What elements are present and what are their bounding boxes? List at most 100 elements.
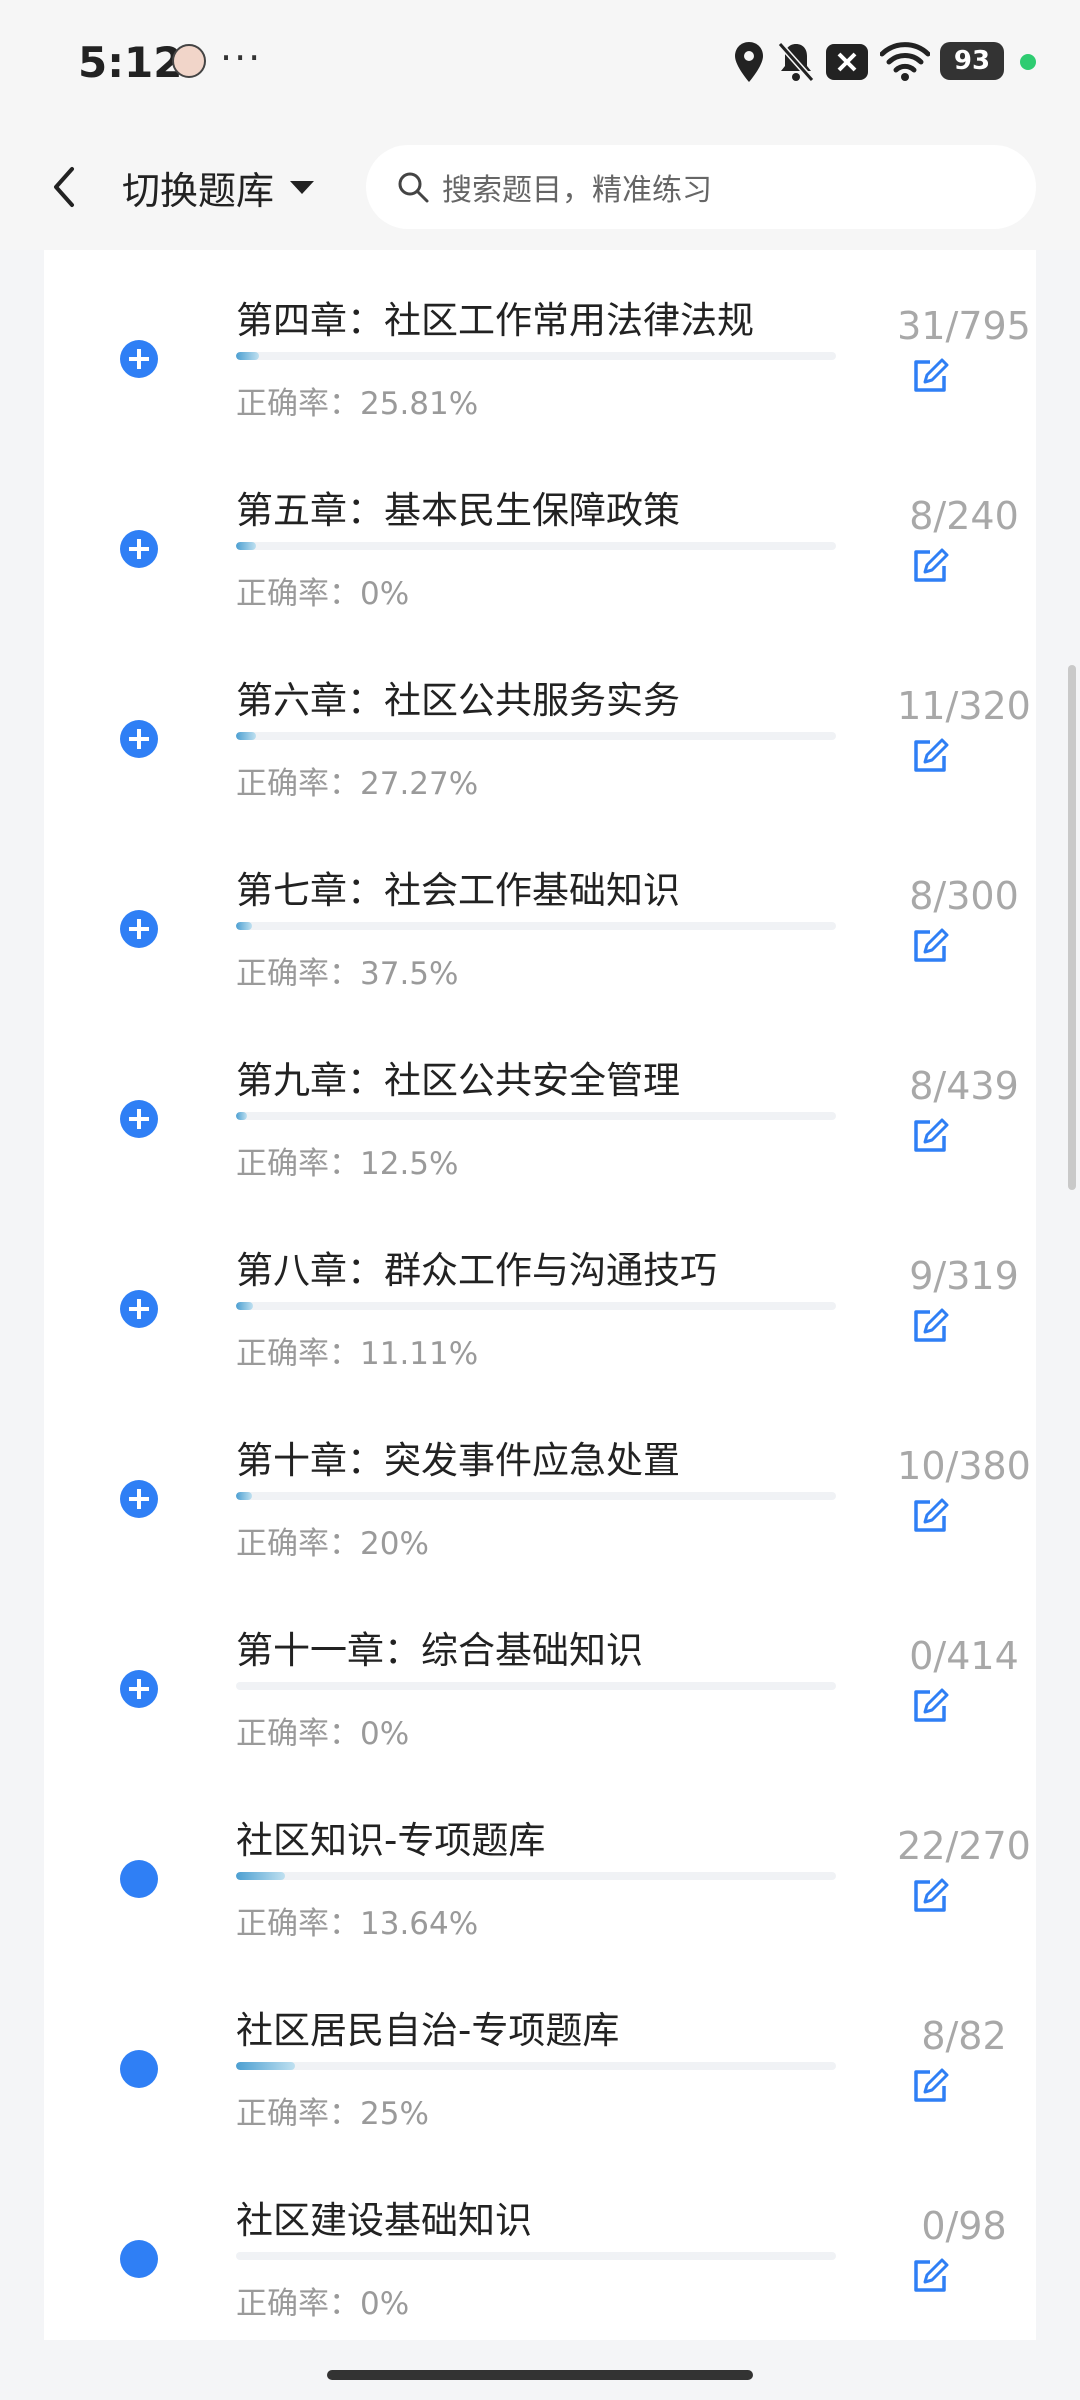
- progress-fill: [236, 1492, 252, 1500]
- top-bar: 切换题库 搜索题目，精准练习: [0, 125, 1080, 250]
- chapter-title: 第八章：群众工作与沟通技巧: [236, 1249, 717, 1292]
- mute-bell-icon: [777, 42, 815, 82]
- question-count: 10/380: [897, 1444, 1031, 1488]
- switch-bank-button[interactable]: 切换题库: [122, 157, 316, 217]
- accuracy-text: 正确率：25%: [236, 2096, 429, 2132]
- status-time: 5:12: [78, 38, 183, 87]
- expand-plus-icon[interactable]: [120, 340, 158, 378]
- expand-plus-icon[interactable]: [120, 1100, 158, 1138]
- question-count: 8/439: [909, 1064, 1019, 1108]
- notification-x-icon: [826, 44, 868, 80]
- chapter-row[interactable]: 第九章：社区公共安全管理正确率：12.5% 8/439: [44, 1040, 1036, 1230]
- progress-bar: [236, 2062, 836, 2070]
- privacy-dot-icon: [1020, 54, 1036, 70]
- edit-practice-icon[interactable]: [910, 1876, 950, 1916]
- chapter-title: 第十章：突发事件应急处置: [236, 1439, 680, 1482]
- home-indicator[interactable]: [327, 2370, 753, 2380]
- edit-practice-icon[interactable]: [910, 1686, 950, 1726]
- search-input[interactable]: 搜索题目，精准练习: [366, 145, 1036, 229]
- progress-bar: [236, 352, 836, 360]
- expand-plus-icon[interactable]: [120, 720, 158, 758]
- edit-practice-icon[interactable]: [910, 546, 950, 586]
- scrollbar[interactable]: [1068, 665, 1076, 1190]
- edit-practice-icon[interactable]: [910, 926, 950, 966]
- edit-practice-icon[interactable]: [910, 1496, 950, 1536]
- more-notifications-icon: ···: [220, 36, 263, 80]
- chapter-row[interactable]: 社区建设基础知识正确率：0% 0/98: [44, 2180, 1036, 2370]
- progress-fill: [236, 352, 260, 360]
- location-icon: [735, 42, 763, 82]
- edit-practice-icon[interactable]: [910, 2066, 950, 2106]
- chapter-row[interactable]: 第十章：突发事件应急处置 正确率：20% 10/380: [44, 1420, 1036, 1610]
- progress-bar: [236, 1112, 836, 1120]
- chapter-title: 社区知识-专项题库: [236, 1819, 546, 1862]
- edit-practice-icon[interactable]: [910, 356, 950, 396]
- avatar-icon: [172, 44, 206, 78]
- progress-fill: [236, 542, 256, 550]
- chapter-row[interactable]: 第五章：基本民生保障政策正确率：0% 8/240: [44, 470, 1036, 660]
- expand-plus-icon[interactable]: [120, 1290, 158, 1328]
- chapter-title: 社区居民自治-专项题库: [236, 2009, 620, 2052]
- progress-bar: [236, 732, 836, 740]
- chapter-row[interactable]: 第六章：社区公共服务实务 正确率：27.27% 11/320: [44, 660, 1036, 850]
- progress-fill: [236, 2062, 295, 2070]
- question-count: 0/414: [909, 1634, 1019, 1678]
- bullet-dot-icon: [120, 2050, 158, 2088]
- expand-plus-icon[interactable]: [120, 530, 158, 568]
- chapter-row[interactable]: 第八章：群众工作与沟通技巧 正确率：11.11% 9/319: [44, 1230, 1036, 1420]
- expand-plus-icon[interactable]: [120, 1480, 158, 1518]
- accuracy-text: 正确率：37.5%: [236, 956, 459, 992]
- accuracy-text: 正确率：13.64%: [236, 1906, 479, 1942]
- chapter-list: 第四章：社区工作常用法律法规 正确率：25.81% 31/795 第五章：基本民生保障…: [44, 250, 1036, 2340]
- progress-fill: [236, 922, 253, 930]
- progress-bar: [236, 922, 836, 930]
- chapter-title: 第九章：社区公共安全管理: [236, 1059, 680, 1102]
- chapter-row[interactable]: 第十一章：综合基础知识正确率：0% 0/414: [44, 1610, 1036, 1800]
- progress-bar: [236, 1302, 836, 1310]
- edit-practice-icon[interactable]: [910, 1116, 950, 1156]
- caret-down-icon: [290, 181, 315, 194]
- battery-indicator: 93: [940, 42, 1004, 80]
- edit-practice-icon[interactable]: [910, 736, 950, 776]
- accuracy-text: 正确率：27.27%: [236, 766, 479, 802]
- question-count: 11/320: [897, 684, 1031, 728]
- search-placeholder: 搜索题目，精准练习: [442, 173, 712, 208]
- chapter-title: 第十一章：综合基础知识: [236, 1629, 643, 1672]
- chapter-title: 第四章：社区工作常用法律法规: [236, 299, 754, 342]
- expand-plus-icon[interactable]: [120, 910, 158, 948]
- question-count: 22/270: [897, 1824, 1031, 1868]
- edit-practice-icon[interactable]: [910, 2256, 950, 2296]
- progress-bar: [236, 1492, 836, 1500]
- wifi-icon: [880, 42, 930, 81]
- progress-fill: [236, 1302, 253, 1310]
- accuracy-text: 正确率：0%: [236, 1716, 410, 1752]
- chapter-row[interactable]: 社区居民自治-专项题库正确率：25% 8/82: [44, 1990, 1036, 2180]
- question-count: 31/795: [897, 304, 1031, 348]
- chapter-title: 社区建设基础知识: [236, 2199, 532, 2242]
- chapter-title: 第七章：社会工作基础知识: [236, 869, 680, 912]
- chapter-row[interactable]: 社区知识-专项题库正确率：13.64% 22/270: [44, 1800, 1036, 1990]
- edit-practice-icon[interactable]: [910, 1306, 950, 1346]
- progress-fill: [236, 1872, 285, 1880]
- question-count: 0/98: [921, 2204, 1007, 2248]
- progress-fill: [236, 732, 257, 740]
- accuracy-text: 正确率：0%: [236, 2286, 410, 2322]
- question-count: 8/82: [921, 2014, 1007, 2058]
- search-icon: [398, 172, 429, 203]
- question-count: 9/319: [909, 1254, 1019, 1298]
- accuracy-text: 正确率：0%: [236, 576, 410, 612]
- question-count: 8/300: [909, 874, 1019, 918]
- chapter-row[interactable]: 第七章：社会工作基础知识正确率：37.5% 8/300: [44, 850, 1036, 1040]
- back-arrow-icon[interactable]: [40, 157, 90, 217]
- expand-plus-icon[interactable]: [120, 1670, 158, 1708]
- chapter-title: 第五章：基本民生保障政策: [236, 489, 680, 532]
- switch-bank-label: 切换题库: [122, 168, 275, 213]
- progress-bar: [236, 542, 836, 550]
- progress-bar: [236, 2252, 836, 2260]
- question-count: 8/240: [909, 494, 1019, 538]
- bullet-dot-icon: [120, 2240, 158, 2278]
- progress-fill: [236, 1112, 247, 1120]
- chapter-row[interactable]: 第四章：社区工作常用法律法规 正确率：25.81% 31/795: [44, 280, 1036, 470]
- accuracy-text: 正确率：12.5%: [236, 1146, 459, 1182]
- progress-bar: [236, 1682, 836, 1690]
